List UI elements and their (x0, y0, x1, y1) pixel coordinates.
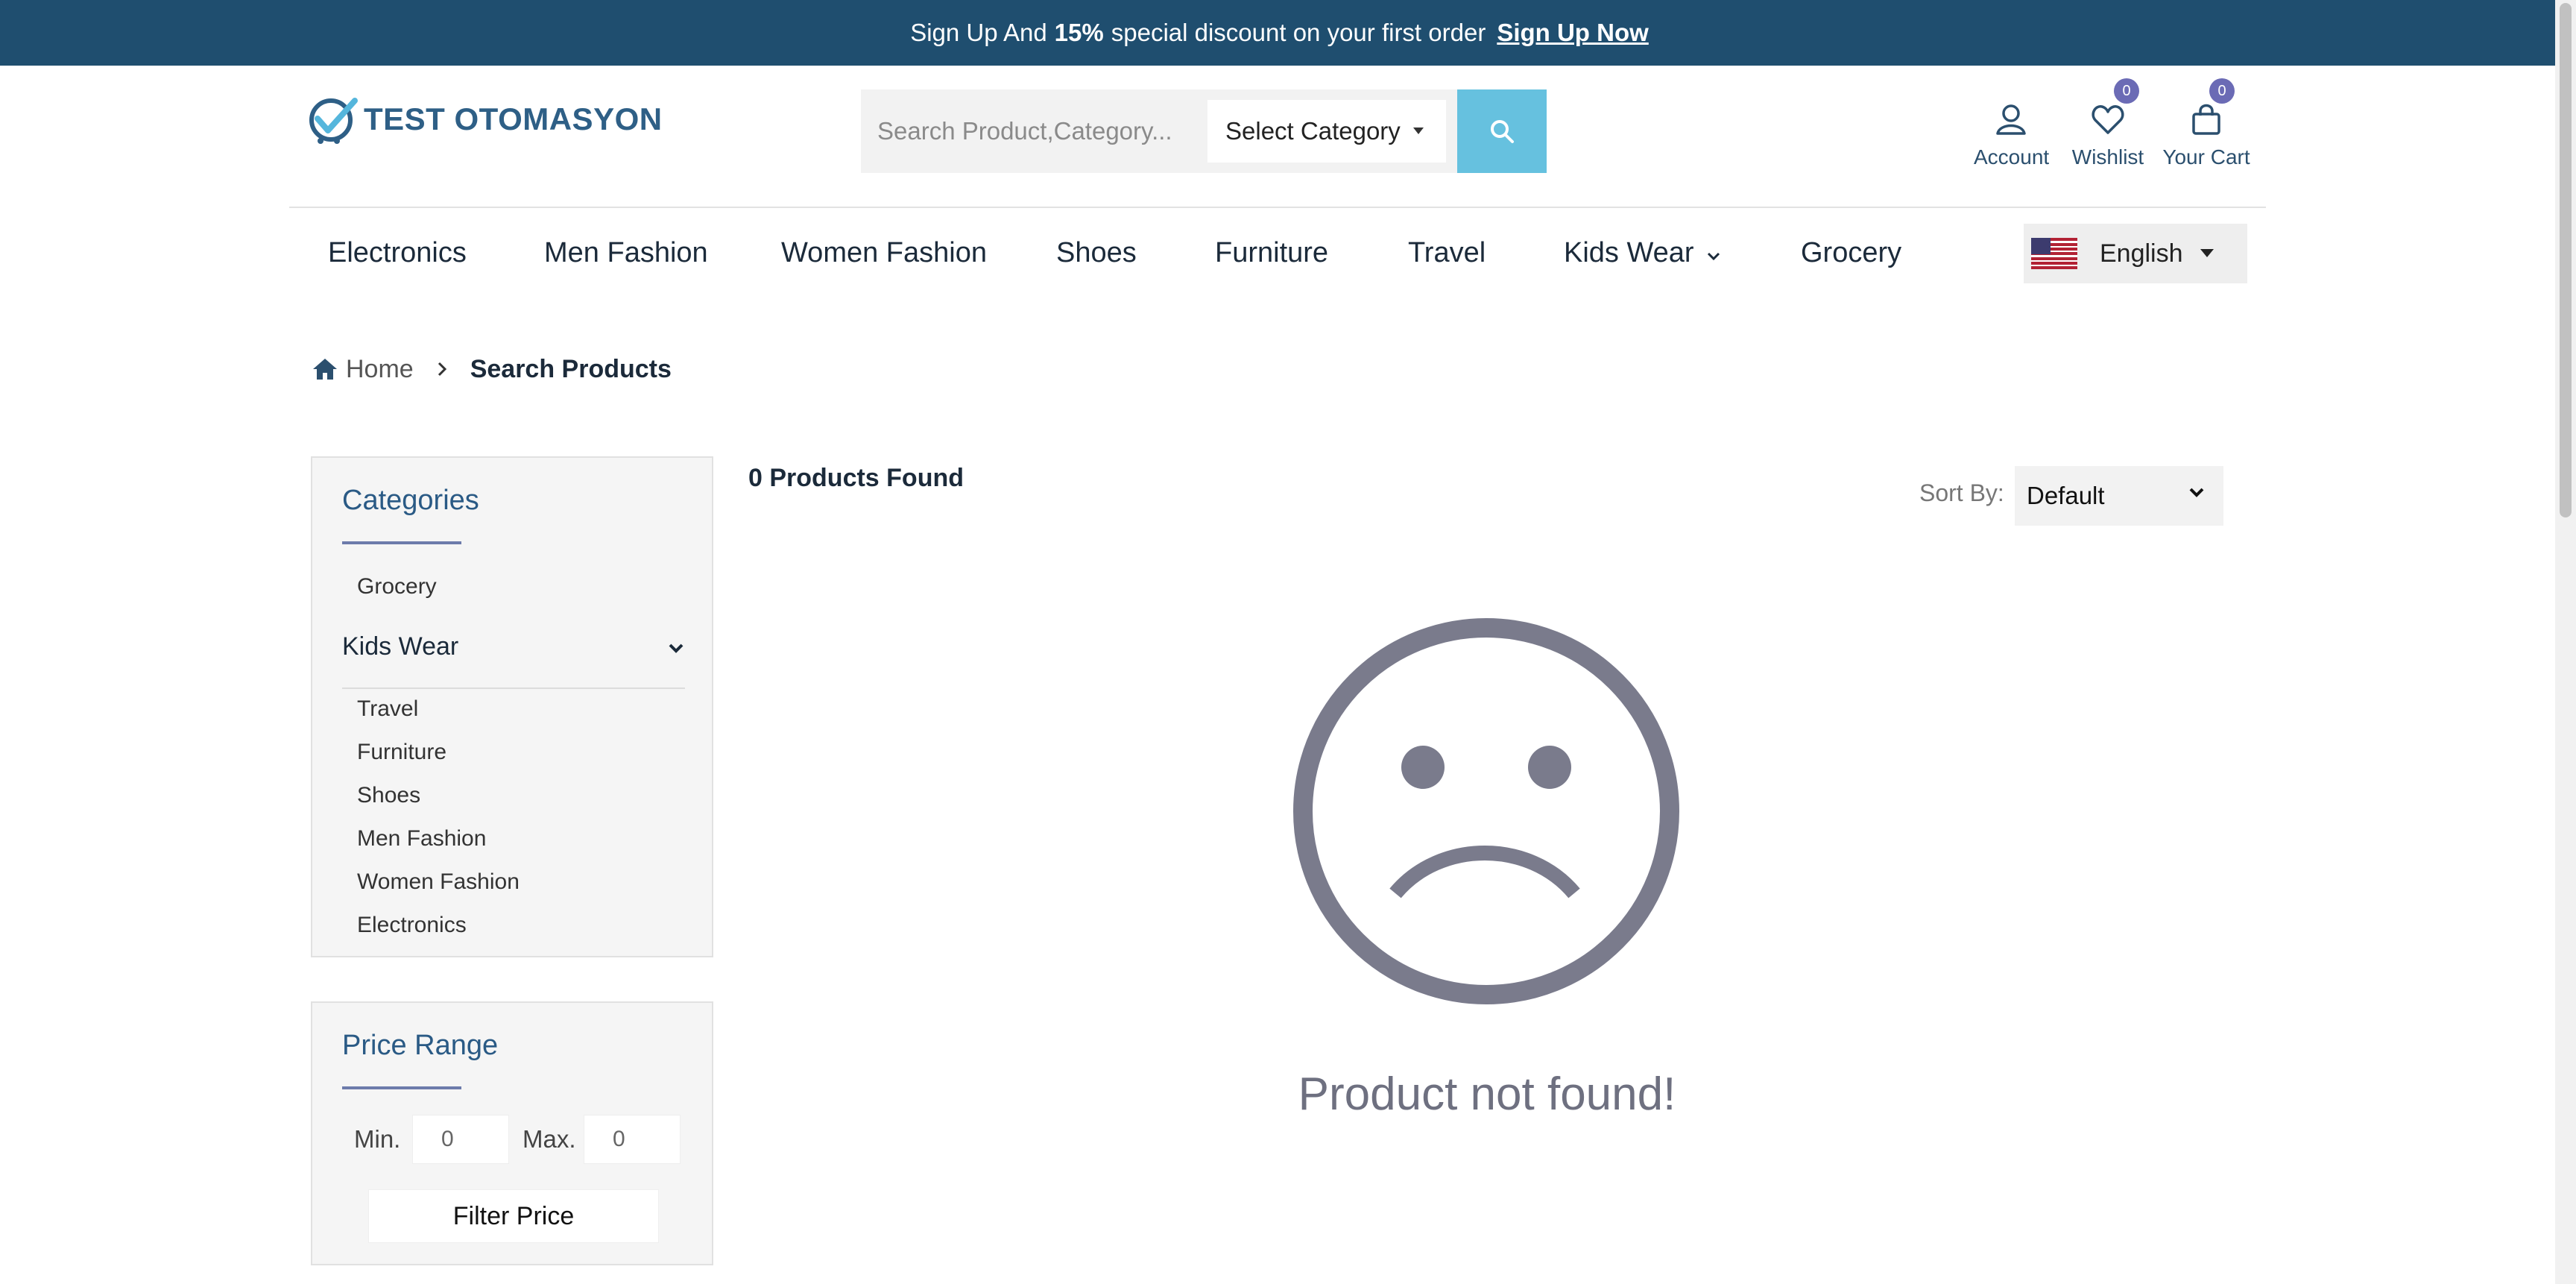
title-underline (342, 1086, 461, 1089)
min-price-input[interactable] (412, 1115, 509, 1164)
category-parent-label: Kids Wear (342, 632, 459, 661)
filter-price-button[interactable]: Filter Price (368, 1189, 659, 1243)
nav-item-kids-wear-label: Kids Wear (1564, 237, 1694, 268)
page-scrollbar[interactable] (2555, 0, 2576, 1284)
breadcrumb: Home Search Products (312, 350, 672, 388)
categories-panel: Categories Grocery Kids Wear Travel Furn… (311, 456, 713, 957)
category-item-electronics[interactable]: Electronics (357, 913, 467, 938)
home-icon (313, 359, 337, 380)
nav-item-women-fashion[interactable]: Women Fashion (781, 237, 987, 269)
breadcrumb-current: Search Products (470, 354, 672, 383)
chevron-right-icon (438, 362, 446, 377)
site-logo[interactable]: TEST OTOMASYON (307, 89, 663, 149)
category-item-grocery[interactable]: Grocery (357, 574, 437, 599)
logo-text: TEST OTOMASYON (364, 101, 663, 136)
promo-text-after: special discount on your first order (1111, 19, 1486, 46)
nav-item-furniture[interactable]: Furniture (1215, 237, 1328, 269)
search-input[interactable] (861, 89, 1204, 173)
shopping-bag-icon (2192, 104, 2220, 135)
cart-count-badge: 0 (2209, 78, 2235, 104)
us-flag-icon (2031, 238, 2077, 269)
chevron-down-icon[interactable] (667, 643, 685, 655)
heart-icon (2092, 105, 2124, 134)
language-selector[interactable]: English (2024, 224, 2247, 283)
wishlist-link[interactable]: 0 Wishlist (2071, 78, 2145, 169)
category-item-shoes[interactable]: Shoes (357, 783, 420, 808)
signup-link[interactable]: Sign Up Now (1497, 19, 1648, 47)
max-price-input[interactable] (584, 1115, 681, 1164)
search-button[interactable] (1457, 89, 1547, 173)
nav-item-grocery[interactable]: Grocery (1801, 237, 1901, 269)
breadcrumb-home[interactable]: Home (346, 355, 414, 384)
category-item-men-fashion[interactable]: Men Fashion (357, 826, 486, 852)
empty-state-message: Product not found! (1298, 1069, 1676, 1120)
promo-bar: Sign Up And 15% special discount on your… (0, 0, 2555, 66)
category-select[interactable]: Select Category (1208, 100, 1446, 163)
cart-label: Your Cart (2162, 145, 2250, 169)
category-item-travel[interactable]: Travel (357, 696, 418, 722)
products-found-count: 0 Products Found (748, 464, 964, 492)
title-underline (342, 541, 461, 544)
promo-discount: 15% (1054, 19, 1104, 46)
search-bar: Select Category (861, 89, 1547, 173)
sort-label: Sort By: (1919, 479, 2004, 506)
search-icon (1491, 120, 1514, 143)
sort-select[interactable]: Default (2015, 466, 2223, 526)
chevron-down-icon (2189, 488, 2204, 497)
max-label: Max. (523, 1125, 576, 1153)
price-range-panel: Price Range Min. Max. Filter Price (311, 1001, 713, 1265)
nav-item-shoes[interactable]: Shoes (1056, 237, 1137, 269)
account-link[interactable]: Account (1974, 93, 2050, 169)
promo-text-before: Sign Up And (910, 19, 1047, 46)
nav-item-travel[interactable]: Travel (1408, 237, 1486, 269)
language-label: English (2100, 239, 2183, 268)
price-range-title: Price Range (342, 1030, 499, 1061)
wishlist-label: Wishlist (2071, 145, 2144, 169)
header-divider (289, 207, 2266, 208)
category-divider (342, 687, 685, 689)
user-icon (1996, 104, 2026, 135)
caret-down-icon (1413, 128, 1424, 134)
nav-item-electronics[interactable]: Electronics (328, 237, 467, 269)
nav-item-men-fashion[interactable]: Men Fashion (544, 237, 708, 269)
cart-link[interactable]: 0 Your Cart (2162, 78, 2251, 169)
sad-face-icon (1293, 618, 1679, 1004)
account-label: Account (1974, 145, 2050, 169)
logo-check-icon (309, 98, 358, 144)
nav-item-kids-wear[interactable]: Kids Wear (1564, 237, 1723, 269)
category-item-women-fashion[interactable]: Women Fashion (357, 869, 520, 895)
category-item-furniture[interactable]: Furniture (357, 740, 446, 765)
category-item-kids-wear[interactable]: Kids Wear (342, 632, 458, 661)
min-label: Min. (354, 1125, 401, 1153)
wishlist-count-badge: 0 (2114, 78, 2139, 104)
category-select-label: Select Category (1225, 117, 1401, 145)
sort-value: Default (2027, 482, 2105, 509)
scrollbar-thumb[interactable] (2560, 3, 2572, 517)
caret-down-icon (2200, 249, 2214, 257)
chevron-down-icon (1707, 252, 1720, 260)
categories-title: Categories (342, 485, 479, 516)
